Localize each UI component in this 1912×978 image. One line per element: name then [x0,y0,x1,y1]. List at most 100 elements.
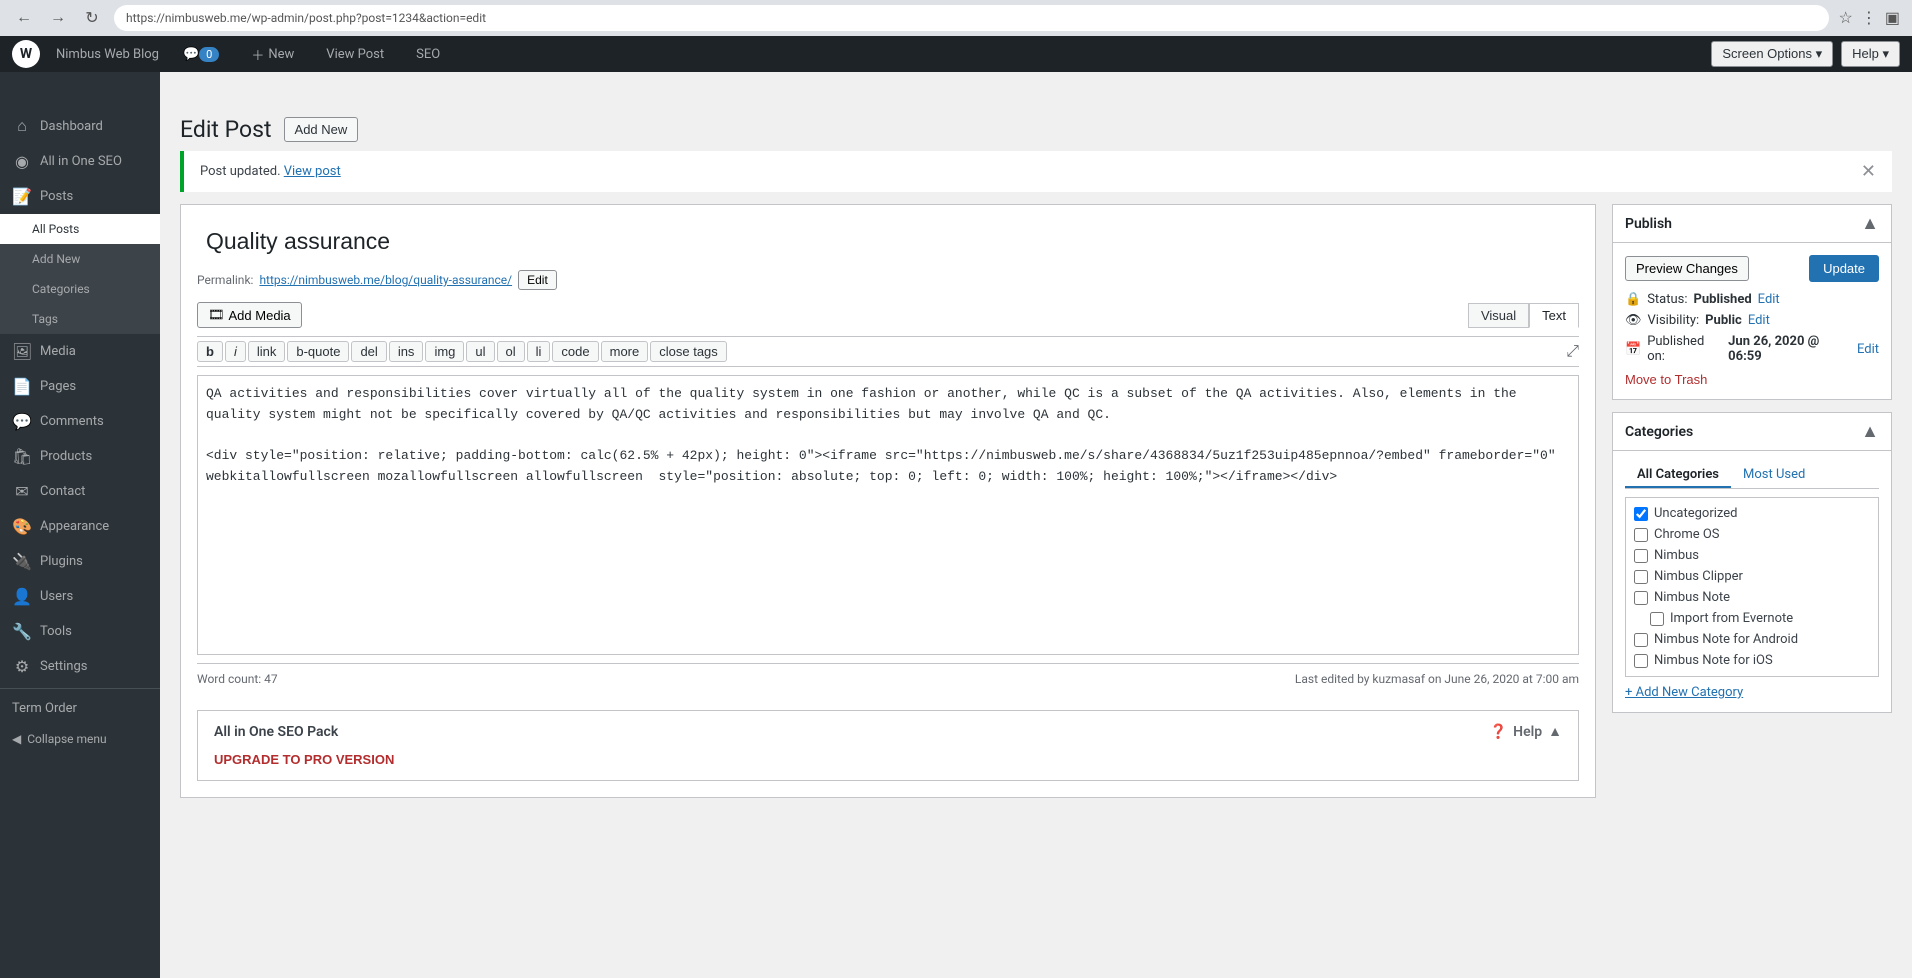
categories-metabox-header[interactable]: Categories ▲ [1613,413,1891,451]
new-label: New [268,47,294,62]
sidebar-item-dashboard[interactable]: ⌂ Dashboard [0,108,160,144]
format-close-tags-button[interactable]: close tags [650,341,727,362]
sidebar-item-users[interactable]: 👤 Users [0,579,160,614]
format-italic-button[interactable]: i [225,341,246,362]
sidebar-item-posts[interactable]: 📝 Posts [0,179,160,214]
cat-checkbox-nimbus-note[interactable] [1634,591,1648,605]
cat-checkbox-nimbus-clipper[interactable] [1634,570,1648,584]
sidebar-item-label: Products [40,449,92,464]
format-img-button[interactable]: img [425,341,464,362]
main-content: W Nimbus Web Blog 💬 0 ＋ New View Post SE… [160,36,1912,978]
cat-checkbox-nimbus-note-ios[interactable] [1634,654,1648,668]
sidebar-item-pages[interactable]: 📄 Pages [0,369,160,404]
view-post-link[interactable]: View post [284,164,341,179]
sidebar-item-appearance[interactable]: 🎨 Appearance [0,509,160,544]
visibility-icon: 👁 [1625,313,1642,328]
sidebar-item-media[interactable]: 🖼 Media [0,334,160,369]
admin-bar-seo[interactable]: SEO [408,36,448,72]
format-ins-button[interactable]: ins [389,341,424,362]
format-ul-button[interactable]: ul [466,341,494,362]
publish-toggle-icon: ▲ [1861,213,1879,234]
status-edit-link[interactable]: Edit [1758,292,1780,307]
notice-close-button[interactable]: ✕ [1861,161,1876,182]
add-new-category-link[interactable]: + Add New Category [1625,685,1879,700]
published-on-edit-link[interactable]: Edit [1857,342,1879,357]
comments-icon: 💬 [12,412,32,431]
sidebar-item-tags[interactable]: Tags [0,304,160,334]
add-media-icon: 🎞 [208,307,225,323]
visual-tab[interactable]: Visual [1468,303,1529,328]
admin-bar-new[interactable]: ＋ New [243,36,302,72]
text-tab[interactable]: Text [1529,303,1579,328]
update-button[interactable]: Update [1809,255,1879,282]
screen-options-button[interactable]: Screen Options ▾ [1711,41,1833,67]
collapse-menu-button[interactable]: ◀ Collapse menu [0,724,160,754]
cat-checkbox-nimbus[interactable] [1634,549,1648,563]
sidebar-separator [0,688,160,689]
format-expand-button[interactable]: ⤢ [1566,343,1579,361]
add-new-button[interactable]: Add New [284,117,359,142]
sidebar-item-categories[interactable]: Categories [0,274,160,304]
permalink-link[interactable]: https://nimbusweb.me/blog/quality-assura… [259,273,512,287]
format-link-button[interactable]: link [248,341,286,362]
seo-help-button[interactable]: ❓ Help ▲ [1490,723,1562,740]
permalink-row: Permalink: https://nimbusweb.me/blog/qua… [197,270,1579,290]
sidebar-item-tools[interactable]: 🔧 Tools [0,614,160,649]
bookmark-button[interactable]: ☆ [1839,8,1853,28]
menu-button[interactable]: ⋮ [1861,8,1877,28]
admin-bar-view-post[interactable]: View Post [318,36,392,72]
tab-all-categories[interactable]: All Categories [1625,463,1731,488]
upgrade-button[interactable]: UPGRADE TO PRO VERSION [214,752,394,767]
publish-metabox: Publish ▲ Preview Changes Update 🔒 Statu… [1612,204,1892,400]
format-bquote-button[interactable]: b-quote [287,341,349,362]
format-code-button[interactable]: code [552,341,598,362]
sidebar-item-comments[interactable]: 💬 Comments [0,404,160,439]
sidebar-item-all-in-one-seo[interactable]: ◉ All in One SEO [0,144,160,179]
publish-metabox-header[interactable]: Publish ▲ [1613,205,1891,243]
back-button[interactable]: ← [12,6,36,30]
publish-metabox-body: Preview Changes Update 🔒 Status: Publish… [1613,243,1891,399]
sidebar-item-products[interactable]: 🛍 Products [0,439,160,474]
category-import-from-evernote: Import from Evernote [1634,611,1870,626]
window-close-button[interactable]: ▣ [1885,8,1900,28]
cat-checkbox-import-from-evernote[interactable] [1650,612,1664,626]
forward-button[interactable]: → [46,6,70,30]
seo-collapse-icon: ▲ [1548,723,1562,740]
permalink-edit-button[interactable]: Edit [518,270,557,290]
cat-checkbox-uncategorized[interactable] [1634,507,1648,521]
sidebar-item-plugins[interactable]: 🔌 Plugins [0,544,160,579]
format-ol-button[interactable]: ol [497,341,525,362]
seo-icon: ◉ [12,152,32,171]
visibility-label: Visibility: [1648,313,1700,328]
pages-icon: 📄 [12,377,32,396]
all-posts-label: All Posts [32,222,79,236]
format-li-button[interactable]: li [527,341,551,362]
format-more-button[interactable]: more [601,341,649,362]
sidebar-item-label: Contact [40,484,85,499]
editor-content[interactable]: QA activities and responsibilities cover… [197,375,1579,655]
preview-changes-button[interactable]: Preview Changes [1625,256,1749,281]
move-to-trash-button[interactable]: Move to Trash [1625,372,1707,387]
tab-most-used[interactable]: Most Used [1731,463,1817,488]
add-media-button[interactable]: 🎞 Add Media [197,302,302,328]
cat-checkbox-chrome-os[interactable] [1634,528,1648,542]
post-title-input[interactable] [197,221,1579,262]
sidebar-item-term-order[interactable]: Term Order [0,693,160,724]
format-bold-button[interactable]: b [197,341,223,362]
sidebar-item-all-posts[interactable]: All Posts [0,214,160,244]
help-button[interactable]: Help ▾ [1841,41,1900,67]
status-label: Status: [1647,292,1687,307]
sidebar-item-add-new[interactable]: Add New [0,244,160,274]
address-bar[interactable]: https://nimbusweb.me/wp-admin/post.php?p… [114,5,1829,31]
admin-bar-comments[interactable]: 💬 0 [175,36,227,72]
sidebar-item-settings[interactable]: ⚙ Settings [0,649,160,684]
last-edited: Last edited by kuzmasaf on June 26, 2020… [1295,672,1579,686]
visibility-edit-link[interactable]: Edit [1748,313,1770,328]
reload-button[interactable]: ↻ [80,6,104,30]
format-del-button[interactable]: del [351,341,386,362]
status-value: Published [1694,292,1752,307]
editor-toolbar-top: 🎞 Add Media Visual Text [197,302,1579,328]
users-icon: 👤 [12,587,32,606]
cat-checkbox-nimbus-note-android[interactable] [1634,633,1648,647]
sidebar-item-contact[interactable]: ✉ Contact [0,474,160,509]
